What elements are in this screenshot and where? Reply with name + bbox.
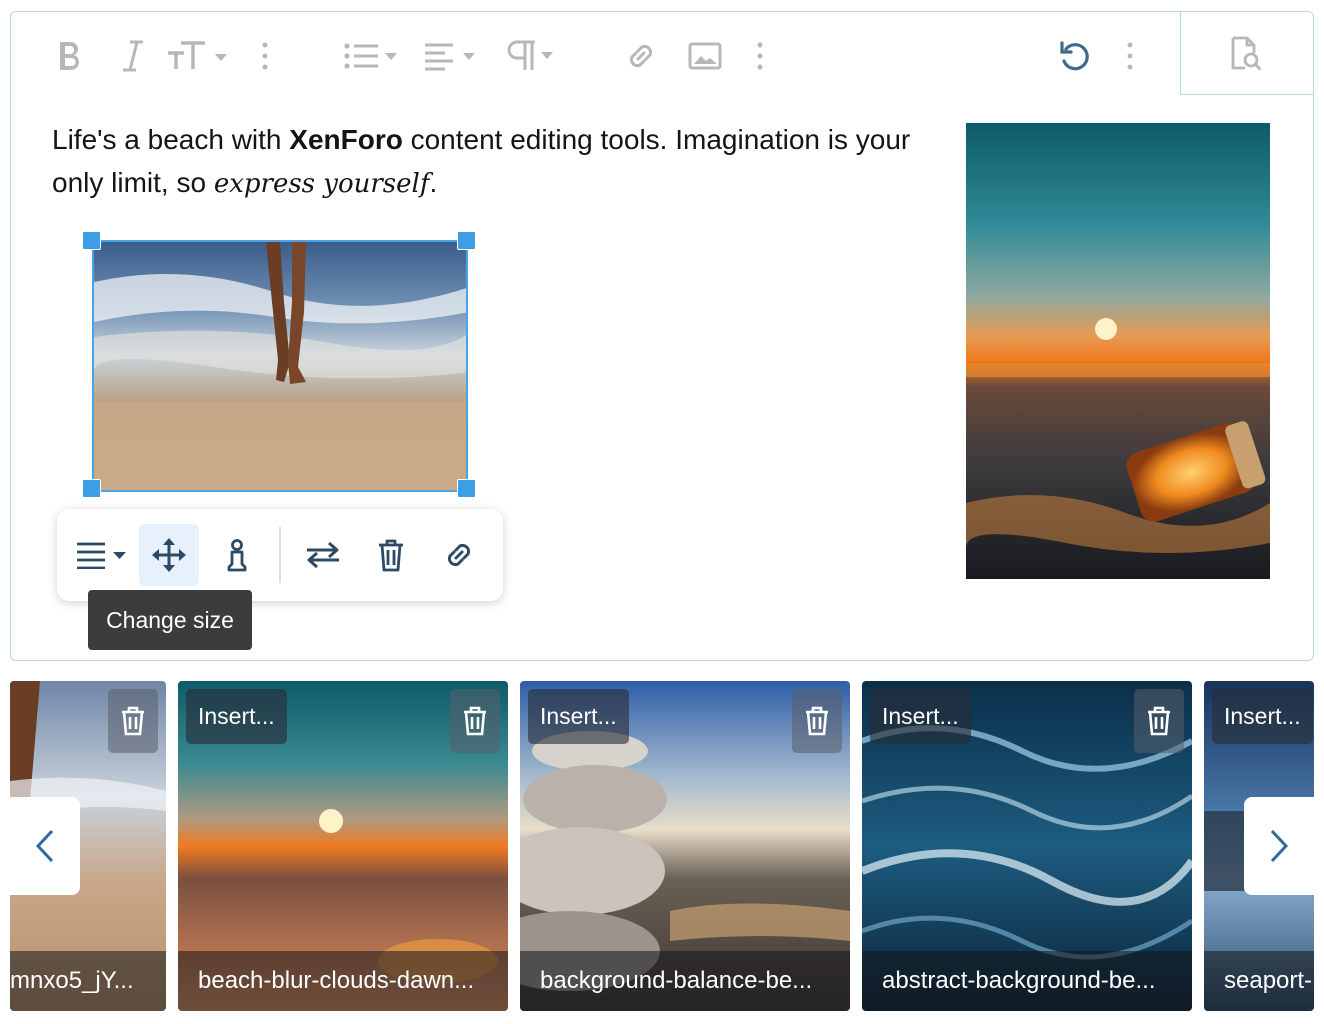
- trash-icon: [806, 706, 828, 736]
- replace-icon[interactable]: [293, 524, 353, 586]
- resize-handle-top-right[interactable]: [457, 231, 476, 250]
- editor-content-text[interactable]: Life's a beach with XenForo content edit…: [52, 118, 932, 206]
- sunset-jar-image[interactable]: [966, 123, 1270, 579]
- attachment-filename: mnxo5_jY...: [10, 951, 166, 1011]
- image-icon[interactable]: [685, 34, 725, 78]
- insert-button[interactable]: Insert...: [186, 689, 287, 744]
- delete-attachment-button[interactable]: [108, 689, 158, 753]
- attachment-tile[interactable]: Insert... background-balance-be...: [520, 681, 850, 1011]
- gallery-prev-button[interactable]: [10, 797, 80, 895]
- more-icon[interactable]: [255, 34, 275, 78]
- editor: Life's a beach with XenForo content edit…: [10, 11, 1314, 661]
- italic-icon[interactable]: [115, 34, 151, 78]
- resize-handle-bottom-right[interactable]: [457, 479, 476, 498]
- trash-icon: [1148, 706, 1170, 736]
- content-bold-text: XenForo: [289, 124, 403, 155]
- gallery-next-button[interactable]: [1244, 797, 1314, 895]
- insert-button[interactable]: Insert...: [1212, 689, 1313, 744]
- link-icon[interactable]: [429, 524, 489, 586]
- delete-attachment-button[interactable]: [1134, 689, 1184, 753]
- trash-icon: [464, 706, 486, 736]
- list-icon[interactable]: [343, 34, 401, 78]
- attachment-filename: background-balance-be...: [520, 951, 850, 1011]
- align-icon[interactable]: [423, 34, 481, 78]
- insert-button[interactable]: Insert...: [870, 689, 971, 744]
- chevron-right-icon: [1270, 829, 1289, 863]
- beach-feet-image: [94, 242, 466, 490]
- alt-text-icon[interactable]: [207, 524, 267, 586]
- attachment-tile[interactable]: Insert... abstract-background-be...: [862, 681, 1192, 1011]
- preview-panel: [1180, 12, 1313, 95]
- preview-icon[interactable]: [1225, 31, 1265, 75]
- content-text: .: [429, 167, 438, 198]
- resize-handle-top-left[interactable]: [82, 231, 101, 250]
- align-icon[interactable]: [71, 524, 135, 586]
- content-text: Life's a beach with: [52, 124, 290, 155]
- delete-icon[interactable]: [361, 524, 421, 586]
- attachment-filename: abstract-background-be...: [862, 951, 1192, 1011]
- undo-icon[interactable]: [1055, 34, 1095, 78]
- change-size-icon[interactable]: [139, 524, 199, 586]
- image-toolbar: [57, 509, 503, 601]
- paragraph-icon[interactable]: [505, 34, 557, 78]
- text-size-icon[interactable]: [165, 34, 231, 78]
- selected-image[interactable]: [92, 240, 468, 492]
- attachment-filename: seaport-: [1204, 951, 1314, 1011]
- bold-icon[interactable]: [51, 34, 87, 78]
- content-italic-text: express yourself: [213, 169, 430, 199]
- editor-toolbar: [11, 12, 1313, 98]
- attachment-gallery: mnxo5_jY... Insert... beach-blur-clouds-…: [10, 681, 1314, 1011]
- resize-handle-bottom-left[interactable]: [82, 479, 101, 498]
- insert-button[interactable]: Insert...: [528, 689, 629, 744]
- link-icon[interactable]: [621, 34, 661, 78]
- delete-attachment-button[interactable]: [792, 689, 842, 753]
- more-icon[interactable]: [1120, 34, 1140, 78]
- toolbar-separator: [279, 527, 281, 583]
- attachment-filename: beach-blur-clouds-dawn...: [178, 951, 508, 1011]
- delete-attachment-button[interactable]: [450, 689, 500, 753]
- more-icon[interactable]: [750, 34, 770, 78]
- attachment-tile[interactable]: Insert... beach-blur-clouds-dawn...: [178, 681, 508, 1011]
- sunset-jar-picture: [966, 123, 1270, 579]
- chevron-left-icon: [35, 829, 54, 863]
- tooltip: Change size: [88, 590, 252, 650]
- trash-icon: [122, 706, 144, 736]
